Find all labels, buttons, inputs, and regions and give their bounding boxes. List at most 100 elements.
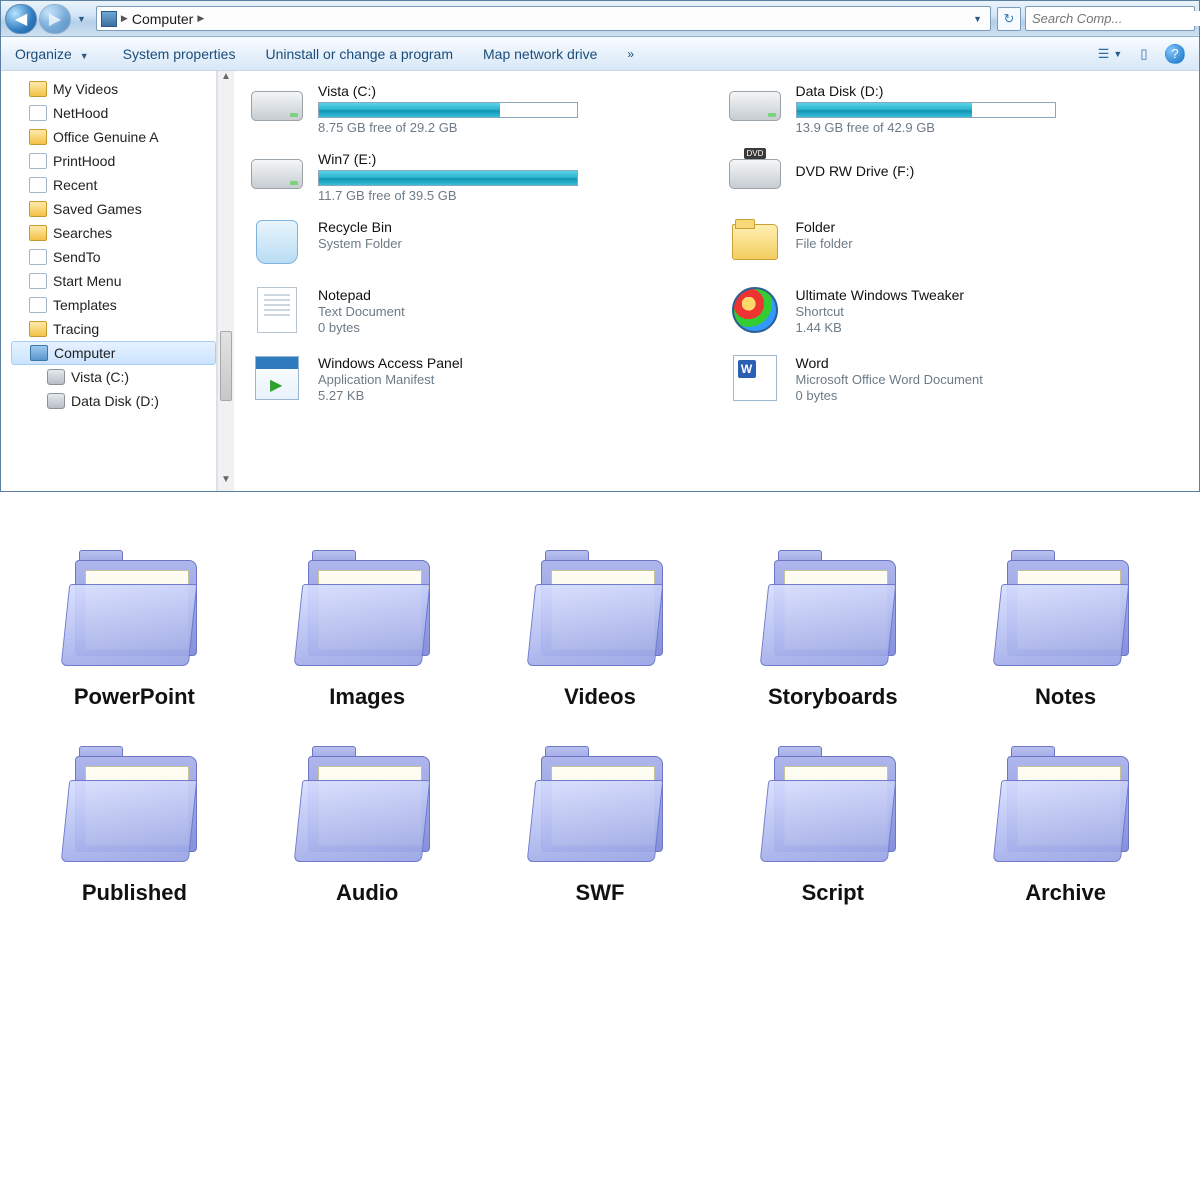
capacity-bar bbox=[318, 170, 578, 186]
overflow-button[interactable]: » bbox=[627, 47, 632, 61]
file-item[interactable]: Notepad Text Document 0 bytes bbox=[248, 285, 708, 345]
drive-name: Data Disk (D:) bbox=[796, 83, 1056, 99]
preview-pane-button[interactable]: ▯ bbox=[1133, 43, 1155, 65]
explorer-body: My VideosNetHood Office Genuine A PrintHoo… bbox=[1, 71, 1199, 491]
sidebar-label: Recent bbox=[53, 177, 97, 193]
computer-icon bbox=[101, 11, 117, 27]
organize-button[interactable]: Organize ▼ bbox=[15, 46, 93, 62]
forward-button[interactable]: ▶ bbox=[39, 4, 71, 34]
recycle-bin-icon bbox=[256, 220, 298, 264]
sidebar-item[interactable]: NetHood bbox=[11, 101, 216, 125]
grid-folder[interactable]: Storyboards bbox=[758, 550, 908, 710]
grid-folder[interactable]: PowerPoint bbox=[59, 550, 209, 710]
folder-icon bbox=[991, 746, 1141, 866]
sidebar-item-computer[interactable]: Computer bbox=[11, 341, 216, 365]
sidebar-item[interactable]: Searches bbox=[11, 221, 216, 245]
view-button[interactable]: ☰ ▼ bbox=[1101, 43, 1123, 65]
search-box[interactable]: 🔍 bbox=[1025, 6, 1195, 31]
navigation-pane: My VideosNetHood Office Genuine A PrintHoo… bbox=[1, 71, 217, 491]
sidebar-drive[interactable]: Data Disk (D:) bbox=[11, 389, 216, 413]
back-button[interactable]: ◀ bbox=[5, 4, 37, 34]
item-name: Ultimate Windows Tweaker bbox=[796, 287, 965, 303]
grid-folder[interactable]: Images bbox=[292, 550, 442, 710]
drive-icon bbox=[47, 369, 65, 385]
grid-folder[interactable]: Published bbox=[59, 746, 209, 906]
sidebar-item[interactable]: PrintHood bbox=[11, 149, 216, 173]
help-button[interactable]: ? bbox=[1165, 44, 1185, 64]
folder-icon bbox=[525, 746, 675, 866]
search-input[interactable] bbox=[1032, 11, 1200, 26]
file-item[interactable]: Word Microsoft Office Word Document 0 by… bbox=[726, 353, 1186, 413]
sidebar-item[interactable]: My Videos bbox=[11, 77, 216, 101]
drive-free: 11.7 GB free of 39.5 GB bbox=[318, 188, 578, 203]
address-dropdown-icon[interactable]: ▼ bbox=[973, 14, 982, 24]
grid-folder[interactable]: Notes bbox=[991, 550, 1141, 710]
sidebar-item[interactable]: Tracing bbox=[11, 317, 216, 341]
item-type: Text Document bbox=[318, 304, 405, 319]
folder-label: PowerPoint bbox=[59, 684, 209, 710]
sidebar-label: Searches bbox=[53, 225, 112, 241]
map-drive-button[interactable]: Map network drive bbox=[483, 46, 597, 62]
history-dropdown-icon[interactable]: ▼ bbox=[77, 14, 86, 24]
sidebar-scrollbar[interactable]: ▲ ▼ bbox=[217, 71, 234, 491]
scroll-up-icon[interactable]: ▲ bbox=[218, 71, 234, 88]
scroll-down-icon[interactable]: ▼ bbox=[218, 474, 234, 491]
folder-label: Script bbox=[758, 880, 908, 906]
word-doc-icon bbox=[733, 355, 777, 401]
breadcrumb-sep-icon: ▶ bbox=[197, 13, 204, 24]
file-item[interactable]: Folder File folder bbox=[726, 217, 1186, 277]
sidebar-label: Tracing bbox=[53, 321, 99, 337]
folder-icon bbox=[525, 550, 675, 670]
folder-label: Published bbox=[59, 880, 209, 906]
drive-name: DVD RW Drive (F:) bbox=[796, 163, 915, 179]
item-size: 0 bytes bbox=[318, 320, 405, 335]
sidebar-item[interactable]: SendTo bbox=[11, 245, 216, 269]
item-size: 5.27 KB bbox=[318, 388, 463, 403]
item-type: File folder bbox=[796, 236, 853, 251]
drive-name: Vista (C:) bbox=[318, 83, 578, 99]
breadcrumb-computer[interactable]: Computer bbox=[128, 11, 197, 27]
folder-icon bbox=[59, 550, 209, 670]
file-item[interactable]: Windows Access Panel Application Manifes… bbox=[248, 353, 708, 413]
sidebar-item[interactable]: Recent bbox=[11, 173, 216, 197]
folder-icon bbox=[29, 81, 47, 97]
file-item[interactable]: Ultimate Windows Tweaker Shortcut 1.44 K… bbox=[726, 285, 1186, 345]
hdd-icon bbox=[251, 91, 303, 121]
computer-icon bbox=[30, 345, 48, 361]
item-name: Recycle Bin bbox=[318, 219, 402, 235]
grid-folder[interactable]: Audio bbox=[292, 746, 442, 906]
dvd-icon bbox=[729, 159, 781, 189]
drive-item[interactable]: Win7 (E:) 11.7 GB free of 39.5 GB bbox=[248, 149, 708, 209]
sidebar-label: SendTo bbox=[53, 249, 100, 265]
scrollbar-thumb[interactable] bbox=[220, 331, 232, 401]
capacity-bar bbox=[796, 102, 1056, 118]
file-item[interactable]: Recycle Bin System Folder bbox=[248, 217, 708, 277]
grid-folder[interactable]: SWF bbox=[525, 746, 675, 906]
chevron-down-icon: ▼ bbox=[1113, 49, 1122, 59]
grid-folder[interactable]: Archive bbox=[991, 746, 1141, 906]
drive-item[interactable]: DVD RW Drive (F:) bbox=[726, 149, 1186, 209]
folder-label: Images bbox=[292, 684, 442, 710]
sidebar-item[interactable]: Templates bbox=[11, 293, 216, 317]
drive-item[interactable]: Vista (C:) 8.75 GB free of 29.2 GB bbox=[248, 81, 708, 141]
sidebar-label: Office Genuine A bbox=[53, 129, 159, 145]
sidebar-item[interactable]: Office Genuine A bbox=[11, 125, 216, 149]
system-properties-button[interactable]: System properties bbox=[123, 46, 236, 62]
sidebar-item[interactable]: Start Menu bbox=[11, 269, 216, 293]
refresh-button[interactable]: ↻ bbox=[997, 7, 1021, 31]
hdd-icon bbox=[729, 91, 781, 121]
file-icon bbox=[29, 273, 47, 289]
file-icon bbox=[29, 249, 47, 265]
folder-icon bbox=[29, 129, 47, 145]
sidebar-item[interactable]: Saved Games bbox=[11, 197, 216, 221]
explorer-window: ◀ ▶ ▼ ▶ Computer ▶ ▼ ↻ 🔍 Organize ▼ Syst… bbox=[0, 0, 1200, 492]
address-bar[interactable]: ▶ Computer ▶ ▼ bbox=[96, 6, 991, 31]
grid-folder[interactable]: Script bbox=[758, 746, 908, 906]
section-divider bbox=[0, 492, 1200, 502]
sidebar-drive[interactable]: Vista (C:) bbox=[11, 365, 216, 389]
drive-item[interactable]: Data Disk (D:) 13.9 GB free of 42.9 GB bbox=[726, 81, 1186, 141]
uninstall-button[interactable]: Uninstall or change a program bbox=[265, 46, 453, 62]
grid-folder[interactable]: Videos bbox=[525, 550, 675, 710]
item-type: Microsoft Office Word Document bbox=[796, 372, 983, 387]
drive-icon bbox=[47, 393, 65, 409]
